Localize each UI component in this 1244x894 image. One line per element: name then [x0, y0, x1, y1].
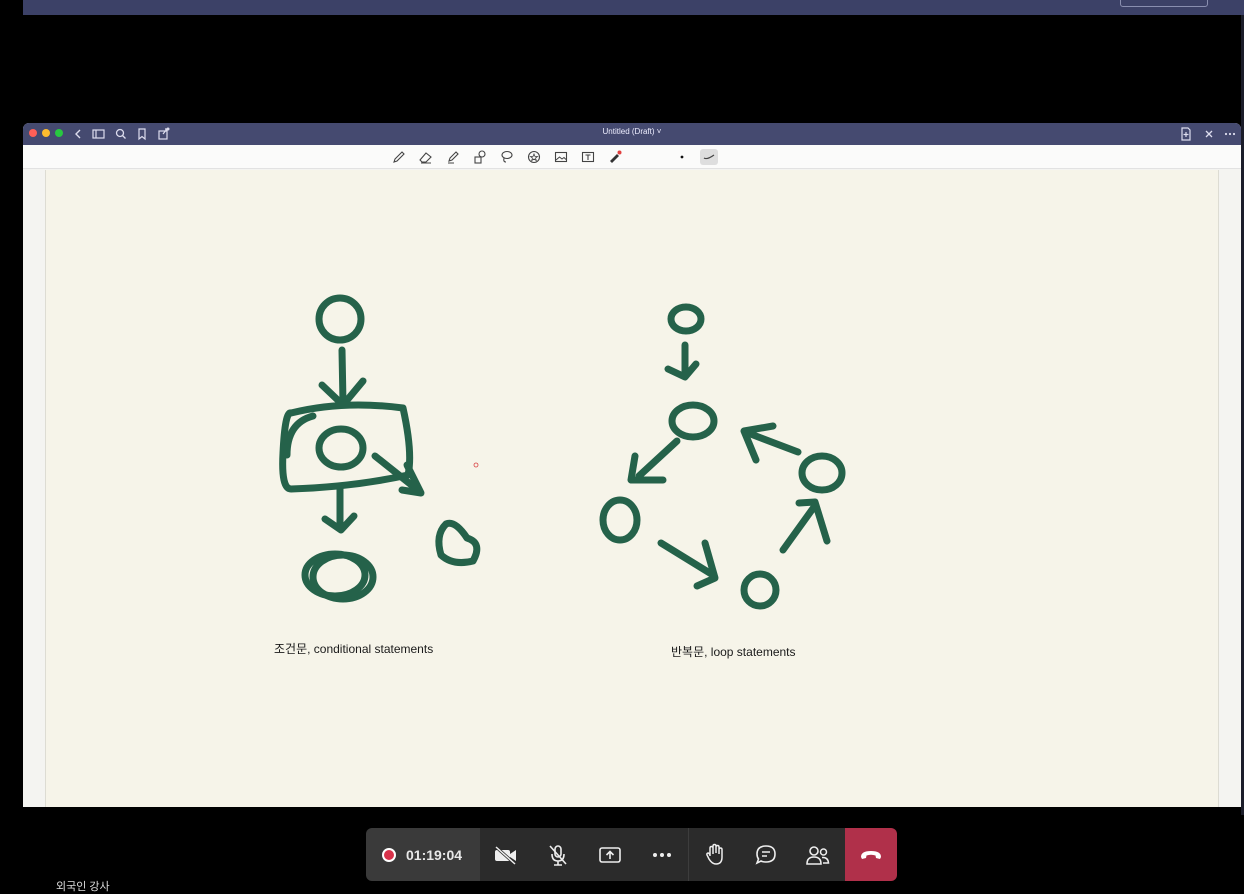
title-bar: Untitled (Draft) ˅ — [23, 123, 1241, 145]
raise-hand-button[interactable] — [688, 828, 740, 881]
call-controls-bar: 01:19:04 — [366, 828, 897, 881]
shapes-icon[interactable] — [471, 149, 489, 165]
share-screen-icon — [599, 846, 621, 863]
participant-name-label: 외국인 강사 — [56, 881, 110, 893]
raise-hand-icon — [705, 843, 723, 865]
pen-size-dot-icon[interactable] — [673, 149, 691, 165]
participants-icon — [806, 845, 830, 865]
leave-call-button[interactable] — [845, 828, 897, 881]
canvas-margin-right — [1220, 170, 1241, 807]
mic-off-icon — [549, 844, 567, 866]
note-canvas[interactable] — [45, 170, 1219, 807]
pen-icon[interactable] — [390, 149, 408, 165]
close-icon[interactable] — [1203, 126, 1215, 142]
lasso-icon[interactable] — [498, 149, 516, 165]
record-dot-icon — [382, 847, 396, 862]
camera-off-icon — [494, 845, 517, 865]
call-timer: 01:19:04 — [406, 846, 463, 863]
sticker-icon[interactable] — [525, 149, 543, 165]
highlighter-icon[interactable] — [444, 149, 462, 165]
new-page-icon[interactable] — [1180, 126, 1192, 142]
host-header-button[interactable] — [1120, 0, 1208, 7]
more-options-button[interactable] — [636, 828, 688, 881]
image-icon[interactable] — [552, 149, 570, 165]
eraser-icon[interactable] — [417, 149, 435, 165]
call-buttons — [480, 828, 845, 881]
drawing-toolbar — [23, 145, 1241, 169]
chat-button[interactable] — [740, 828, 792, 881]
chat-icon — [755, 844, 776, 865]
caption-conditional: 조건문, conditional statements — [274, 642, 434, 656]
host-app-header — [23, 0, 1244, 15]
caption-loop: 반복문, loop statements — [671, 645, 796, 659]
hang-up-icon — [861, 850, 881, 859]
share-screen-button[interactable] — [584, 828, 636, 881]
recording-indicator: 01:19:04 — [366, 828, 480, 881]
document-title[interactable]: Untitled (Draft) ˅ — [23, 127, 1241, 136]
more-icon[interactable] — [1223, 126, 1237, 142]
camera-off-button[interactable] — [480, 828, 532, 881]
laser-pointer-icon[interactable] — [606, 149, 624, 165]
mute-button[interactable] — [532, 828, 584, 881]
participants-button[interactable] — [792, 828, 844, 881]
textbox-icon[interactable] — [579, 149, 597, 165]
stroke-style-icon[interactable] — [700, 149, 718, 165]
more-icon — [653, 852, 671, 857]
canvas-margin-left — [23, 170, 45, 807]
notes-app-window: Untitled (Draft) ˅ 조건문, conditional stat… — [23, 123, 1241, 807]
